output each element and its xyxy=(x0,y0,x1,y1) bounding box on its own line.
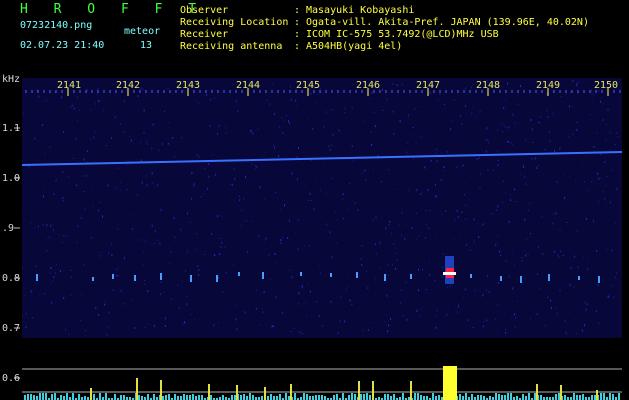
x-tick-label: 2141 xyxy=(57,80,82,91)
x-tick-label: 2145 xyxy=(296,80,321,91)
y-tick-label: 0.8 xyxy=(2,273,21,284)
location-value: Ogata-vill. Akita-Pref. JAPAN (139.96E, … xyxy=(306,17,589,28)
receiver-label: Receiver xyxy=(180,29,229,40)
colon-2: : xyxy=(294,17,301,28)
date-time: 02.07.23 21:40 xyxy=(20,40,105,51)
x-tick-label: 2146 xyxy=(356,80,381,91)
y-unit-label: kHz xyxy=(2,74,21,85)
signal-level-peak xyxy=(443,366,457,400)
x-tick-label: 2143 xyxy=(176,80,201,91)
colon-4: : xyxy=(294,41,301,52)
meteor-label: meteor xyxy=(124,26,161,37)
observer-value: Masayuki Kobayashi xyxy=(306,5,415,16)
receiver-value: ICOM IC-575 53.7492(@LCD)MHz USB xyxy=(306,29,499,40)
meteor-count: 13 xyxy=(140,40,153,51)
spectrogram-background xyxy=(22,78,622,338)
file-name: 07232140.png xyxy=(20,20,93,31)
colon-1: : xyxy=(294,5,301,16)
y-tick-label: 0.6 xyxy=(2,373,21,384)
x-tick-label: 2148 xyxy=(476,80,501,91)
y-tick-label: 0.7 xyxy=(2,323,21,334)
x-tick-label: 2150 xyxy=(594,80,619,91)
antenna-value: A504HB(yagi 4el) xyxy=(306,41,403,52)
antenna-label: Receiving antenna xyxy=(180,41,283,52)
y-tick-label: .9 xyxy=(2,223,15,234)
spectrogram-plot xyxy=(14,78,623,400)
y-tick-label: 1.1 xyxy=(2,123,21,134)
signal-level-bars xyxy=(24,378,620,400)
x-tick-label: 2144 xyxy=(236,80,261,91)
x-tick-label: 2149 xyxy=(536,80,561,91)
x-tick-label: 2142 xyxy=(116,80,141,91)
x-tick-label: 2147 xyxy=(416,80,441,91)
location-label: Receiving Location xyxy=(180,17,289,28)
observer-label: Observer xyxy=(180,5,229,16)
app-brand: H R O F F T xyxy=(20,2,206,17)
y-tick-label: 1.0 xyxy=(2,173,21,184)
colon-3: : xyxy=(294,29,301,40)
